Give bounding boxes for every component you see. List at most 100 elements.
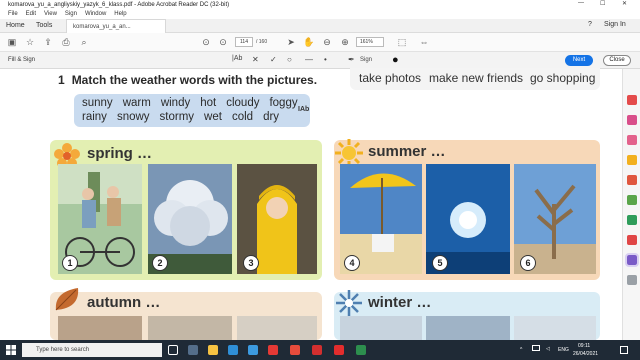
season-title-autumn: autumn … [87,294,161,311]
more-tools-icon[interactable] [627,275,637,285]
close-window-button[interactable]: ✕ [622,0,627,7]
photo-number-5: 5 [432,255,448,271]
photo-winter-1 [340,316,422,340]
menu-help[interactable]: Help [114,11,126,17]
tray-arrow-icon[interactable]: ^ [520,347,522,353]
title-bar: komarova_yu_a_angliyskiy_yazyk_6_klass.p… [0,0,640,9]
color-picker-icon[interactable]: ● [392,54,399,66]
spring-panel: spring … 1 2 3 [50,140,322,280]
tab-home[interactable]: Home [0,19,31,33]
word-sunny: sunny [82,97,113,109]
word-foggy: foggy [269,97,298,109]
create-pdf-icon[interactable] [627,115,637,125]
menu-edit[interactable]: Edit [26,11,36,17]
activity-make-new-friends: make new friends [429,71,524,85]
sign-pen-icon[interactable]: ✒ [348,55,355,64]
page-up-icon[interactable]: ⊙ [200,36,212,48]
tab-document[interactable]: komarova_yu_a_an... [66,19,166,33]
redact-icon[interactable] [627,235,637,245]
next-button[interactable]: Next [565,55,593,66]
snowflake-icon [336,290,362,316]
photo-autumn-3 [237,316,317,340]
compress-pdf-icon[interactable] [627,215,637,225]
word-warm: warm [122,97,151,109]
clock-time[interactable]: 09:11 [578,343,590,349]
word-snowy: snowy [116,111,150,123]
photo-number-3: 3 [243,255,259,271]
circle-icon[interactable]: ○ [287,55,292,64]
acrobat-icon[interactable] [334,345,344,355]
app-icon[interactable] [356,345,366,355]
task-view-icon[interactable] [188,345,198,355]
close-fill-sign-button[interactable]: Close [603,55,631,66]
upload-icon[interactable]: ⇪ [42,36,54,48]
clock-date[interactable]: 26/04/2021 [573,351,598,357]
page-down-icon[interactable]: ⊙ [217,36,229,48]
photo-number-6: 6 [520,255,536,271]
combine-files-icon[interactable] [627,175,637,185]
sign-label[interactable]: Sign [360,57,372,63]
language-indicator[interactable]: ENG [558,347,569,353]
line-icon[interactable]: — [305,55,313,64]
menu-window[interactable]: Window [85,11,106,17]
network-icon[interactable] [532,345,540,351]
help-icon[interactable]: ? [588,21,592,28]
season-title-spring: spring … [87,145,153,162]
maximize-button[interactable]: ☐ [600,0,605,7]
cross-mark-icon[interactable]: ✕ [252,55,259,64]
file-explorer-icon[interactable] [208,345,218,355]
menu-file[interactable]: File [8,11,18,17]
browser-icon[interactable] [248,345,258,355]
chrome-icon[interactable] [268,345,278,355]
word-hot: hot [200,97,217,109]
search-icon[interactable]: ⌕ [78,36,90,48]
zoom-out-icon[interactable]: ⊖ [321,36,333,48]
volume-icon[interactable]: ◁ [546,346,550,352]
right-tools-pane [622,69,640,340]
taskbar-search-box[interactable]: Type here to search [22,343,162,357]
task-title: 1 Match the weather words with the pictur… [58,73,317,87]
notifications-icon[interactable] [620,346,628,354]
fit-page-icon[interactable]: ⬚ [396,36,408,48]
menu-sign[interactable]: Sign [65,11,77,17]
tab-row: Home Tools komarova_yu_a_an... ? Sign In [0,19,640,33]
comment-icon[interactable] [627,155,637,165]
yandex-icon[interactable] [290,345,300,355]
word-cold: cold [231,111,254,123]
autumn-panel: autumn … [50,288,322,340]
season-title-summer: summer … [368,143,446,160]
bookmark-star-icon[interactable]: ☆ [24,36,36,48]
winter-panel: winter … [334,290,600,340]
hand-tool-icon[interactable]: ✋ [303,36,315,48]
fill-sign-tool-icon[interactable] [625,253,639,267]
scroll-mode-icon[interactable]: ⇔ [418,36,430,48]
dot-icon[interactable]: • [324,55,327,64]
window-title: komarova_yu_a_angliyskiy_yazyk_6_klass.p… [8,1,230,8]
photo-winter-3 [514,316,596,340]
store-icon[interactable] [228,345,238,355]
menu-view[interactable]: View [44,11,57,17]
page-total: / 160 [256,39,268,45]
zoom-level-select[interactable]: 161% [356,37,384,47]
tab-tools[interactable]: Tools [30,19,58,33]
windows-start-icon[interactable] [6,345,16,355]
print-icon[interactable]: ⎙ [60,36,72,48]
word-cloudy: cloudy [226,97,260,109]
edit-pdf-icon[interactable] [627,135,637,145]
sign-in-link[interactable]: Sign In [604,21,626,28]
export-pdf-icon[interactable] [627,95,637,105]
add-text-icon[interactable]: |Ab [232,55,242,62]
activity-go-shopping: go shopping [530,71,596,85]
page-number-input[interactable]: 114 [235,37,253,47]
summer-panel: summer … 4 5 6 [334,139,600,280]
photo-autumn-2 [148,316,232,340]
zoom-in-icon[interactable]: ⊕ [339,36,351,48]
organize-pages-icon[interactable] [627,195,637,205]
season-title-winter: winter … [368,294,432,311]
select-cursor-icon[interactable]: ➤ [285,36,297,48]
checkmark-icon[interactable]: ✓ [270,55,277,64]
minimize-button[interactable]: — [578,0,584,6]
opera-icon[interactable] [312,345,322,355]
cortana-icon[interactable] [168,345,178,355]
save-icon[interactable]: ▣ [6,36,18,48]
